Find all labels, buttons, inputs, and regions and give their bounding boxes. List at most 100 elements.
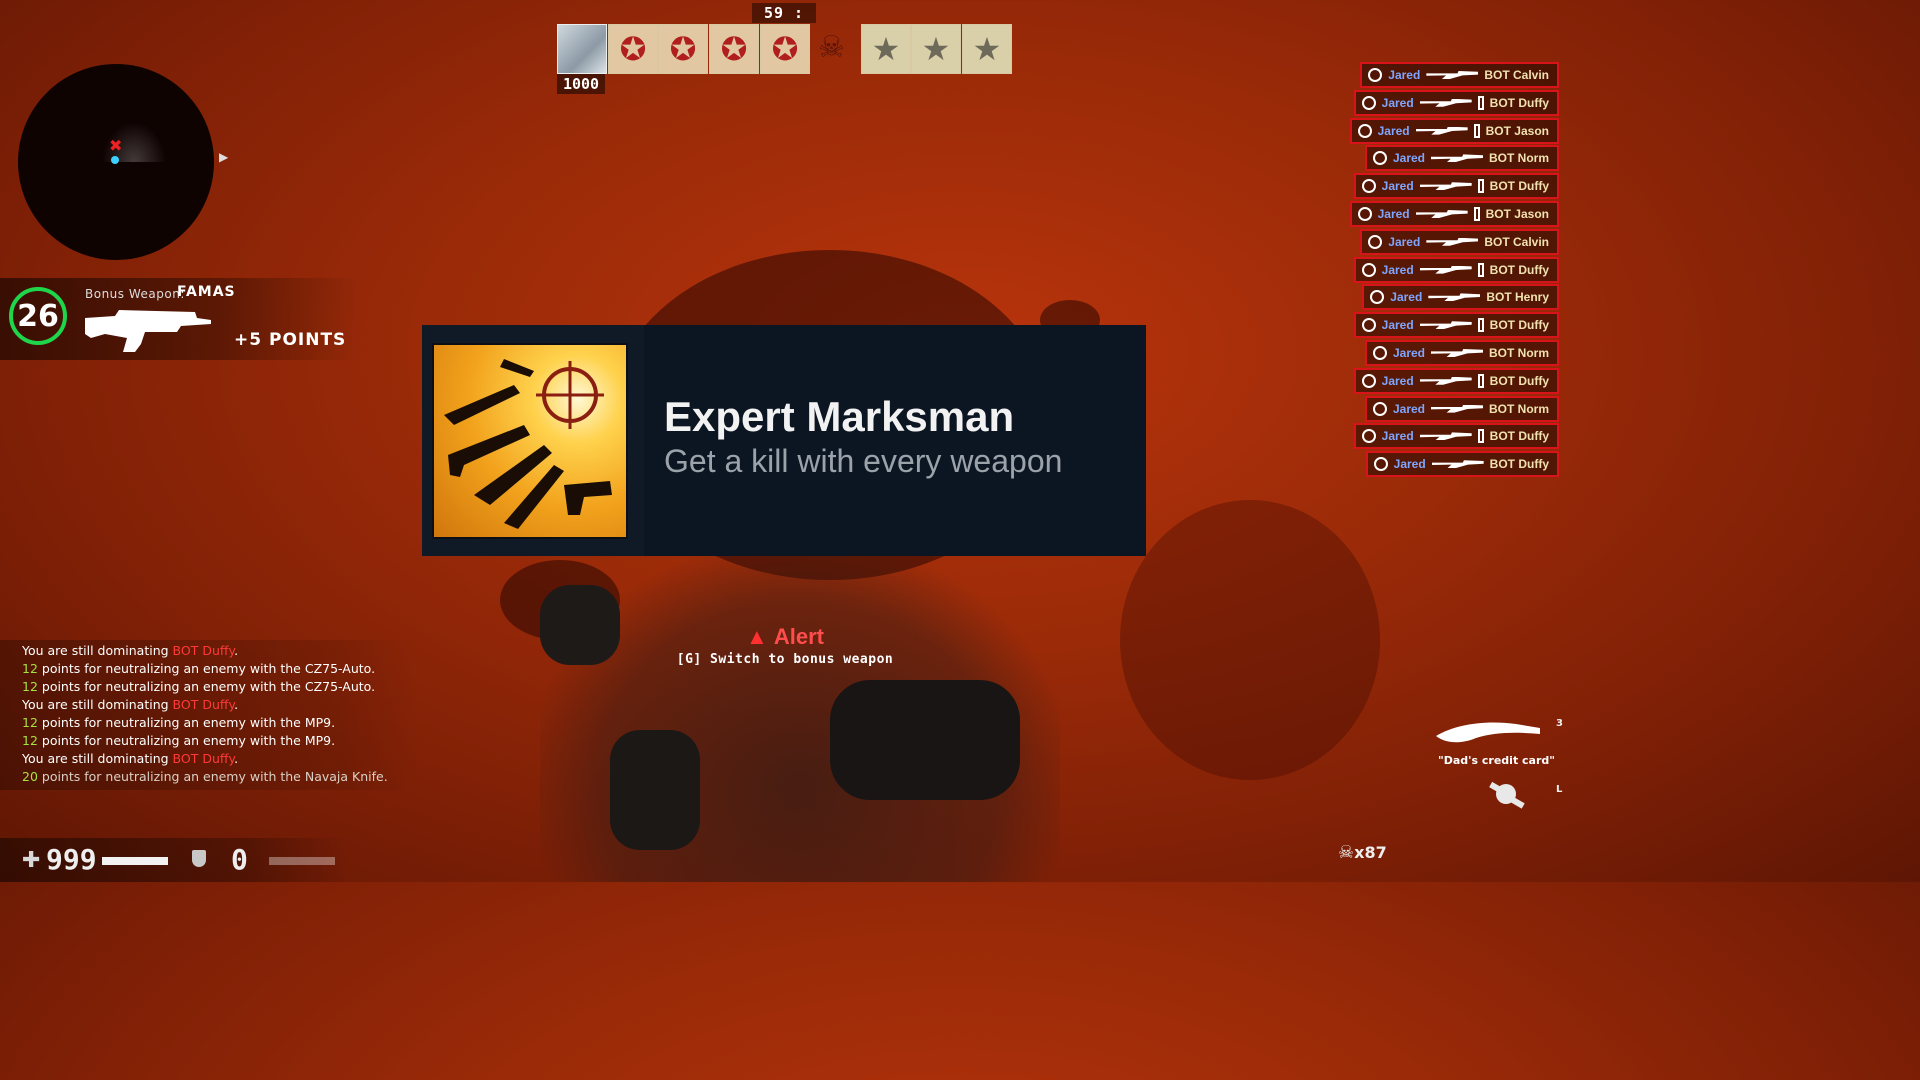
log-text: points for neutralizing an enemy with th… (37, 661, 376, 676)
warning-icon: ▲ (746, 624, 768, 649)
log-points: 12 (22, 679, 38, 694)
killer-name: Jared (1377, 207, 1410, 221)
killfeed-row: Jared BOT Calvin (1360, 228, 1559, 255)
weapon-icon (1415, 210, 1468, 218)
alert-title: Alert (773, 624, 824, 649)
victim-name: BOT Calvin (1484, 234, 1549, 249)
log-text: . (234, 643, 239, 658)
slot-number: 3 (1556, 718, 1563, 729)
health-armor-panel: ✚ 999 0 (0, 838, 350, 882)
round-timer: 59 : 23 (752, 3, 816, 42)
ct-rank-icon: ★ (962, 24, 1012, 74)
killer-name: Jared (1392, 151, 1425, 166)
player-avatar (557, 24, 607, 74)
log-line: 12 points for neutralizing an enemy with… (22, 715, 335, 730)
penetration-icon (1477, 373, 1484, 388)
crosshair-icon (1368, 68, 1383, 82)
killer-name: Jared (1381, 318, 1414, 333)
killer-name: Jared (1381, 95, 1414, 110)
log-line: You are still dominating BOT Duffy. (22, 643, 238, 658)
crosshair-icon (1373, 457, 1388, 472)
t-rank-icon: ✪ (709, 24, 759, 74)
killer-name: Jared (1377, 123, 1410, 138)
killfeed-row: Jared BOT Jason (1349, 201, 1559, 227)
killer-name: Jared (1388, 68, 1421, 82)
health-bar (102, 857, 168, 865)
log-line: 20 points for neutralizing an enemy with… (22, 769, 388, 784)
crosshair-icon (1372, 151, 1387, 166)
achievement-title: Expert Marksman (664, 393, 1015, 440)
victim-name: BOT Duffy (1489, 179, 1549, 194)
log-line: 12 points for neutralizing an enemy with… (22, 679, 375, 694)
victim-name: BOT Duffy (1489, 457, 1549, 472)
kill-streak-count: x87 (1354, 843, 1387, 862)
killer-name: Jared (1381, 262, 1414, 277)
ct-rank-icon: ★ (911, 24, 961, 74)
killer-name: Jared (1392, 346, 1425, 360)
slot-letter: L (1556, 784, 1563, 795)
penetration-icon (1477, 179, 1484, 194)
victim-name: BOT Jason (1485, 123, 1549, 138)
kill-streak: ☠x87 (1338, 842, 1387, 863)
bonus-weapon-panel: 26 Bonus Weapon: FAMAS +5 POINTS (0, 278, 360, 360)
left-glove (540, 585, 620, 665)
victim-name: BOT Norm (1489, 401, 1549, 416)
victim-name: BOT Duffy (1489, 95, 1549, 110)
log-text: points for neutralizing an enemy with th… (37, 679, 376, 694)
weapon-icon (1419, 321, 1472, 330)
weapon-icon (1426, 71, 1479, 79)
armor-icon (192, 850, 206, 867)
victim-name: BOT Duffy (1489, 373, 1549, 388)
log-points: 12 (22, 715, 38, 730)
victim-name: BOT Duffy (1489, 262, 1549, 277)
weapon-icon (1419, 182, 1472, 191)
killer-name: Jared (1393, 457, 1426, 472)
victim-name: BOT Henry (1486, 290, 1549, 305)
victim-name: BOT Calvin (1484, 68, 1549, 82)
penetration-icon (1477, 95, 1484, 110)
log-text: You are still dominating (22, 643, 173, 658)
bonus-weapon-name: FAMAS (177, 284, 236, 300)
crosshair-icon (1370, 290, 1385, 305)
crosshair-weapons-icon (444, 359, 612, 529)
killfeed-row: Jared BOT Jason (1349, 117, 1559, 144)
victim-name: BOT Duffy (1489, 429, 1549, 444)
killer-name: Jared (1381, 429, 1414, 444)
health-value: 999 (46, 843, 97, 876)
crosshair-icon (1361, 429, 1376, 444)
killer-name: Jared (1392, 401, 1425, 416)
skull-icon: ☠ (818, 30, 845, 65)
victim-name: BOT Norm (1489, 346, 1549, 360)
log-text: points for neutralizing an enemy with th… (37, 715, 336, 730)
killfeed-row: Jared BOT Calvin (1360, 62, 1559, 88)
penetration-icon (1477, 429, 1484, 444)
log-line: 12 points for neutralizing an enemy with… (22, 661, 375, 676)
knife-name: "Dad's credit card" (1438, 754, 1556, 767)
crosshair-icon (1361, 179, 1376, 194)
killfeed-row: Jared BOT Duffy (1353, 312, 1559, 339)
crosshair-icon (1368, 234, 1383, 249)
killfeed-row: Jared BOT Duffy (1365, 451, 1559, 478)
killer-name: Jared (1390, 290, 1423, 305)
health-icon: ✚ (22, 848, 41, 873)
t-rank-icon: ✪ (608, 24, 658, 74)
killfeed-row: Jared BOT Duffy (1353, 256, 1559, 283)
weapon-icon (1431, 349, 1483, 357)
weapon-icon (1426, 237, 1479, 246)
player-money: 1000 (557, 74, 605, 94)
crosshair-icon (1361, 262, 1376, 277)
killfeed-row: Jared BOT Norm (1364, 145, 1559, 172)
weapon-icon (1419, 376, 1472, 385)
killfeed-row: Jared BOT Norm (1364, 340, 1559, 366)
crosshair-icon (1361, 373, 1376, 388)
crosshair-icon (1372, 346, 1387, 360)
bonus-weapon-label: Bonus Weapon: (85, 287, 185, 301)
bonus-counter: 26 (9, 287, 67, 345)
penetration-icon (1477, 318, 1484, 333)
killer-name: Jared (1381, 179, 1414, 194)
bomb-marker-icon: ✖ (109, 136, 123, 155)
achievement-description: Get a kill with every weapon (664, 443, 1063, 479)
achievement-popup: Expert Marksman Get a kill with every we… (422, 325, 1146, 556)
weapon-icon (1419, 432, 1472, 441)
t-rank-icon: ✪ (658, 24, 708, 74)
